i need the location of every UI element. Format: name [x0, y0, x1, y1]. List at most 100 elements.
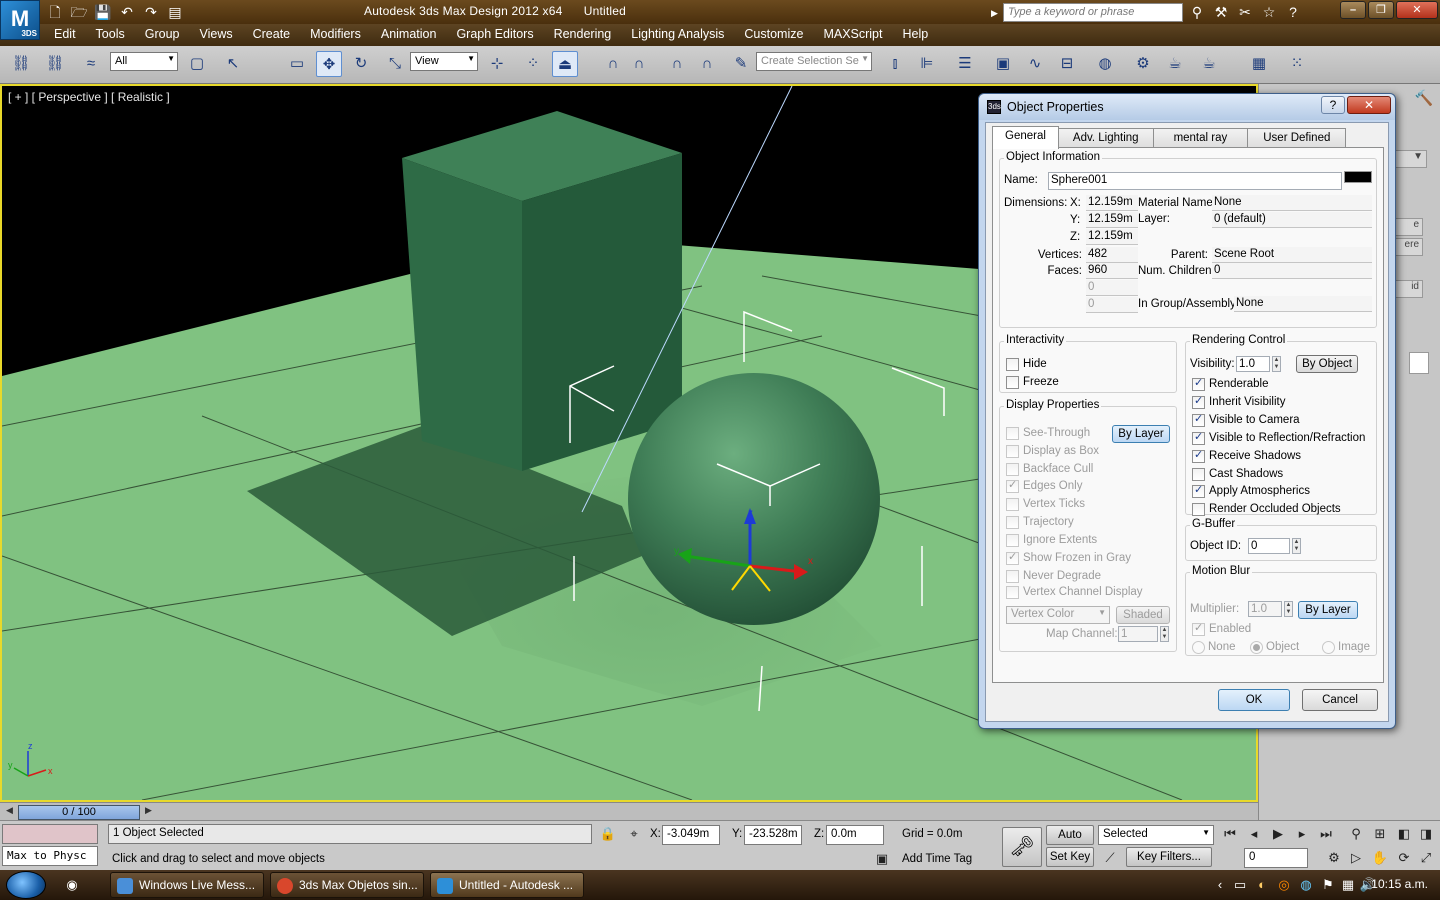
- dialog-close-button[interactable]: ✕: [1347, 96, 1391, 114]
- set-key-mode-key-icon[interactable]: 🗝: [1002, 827, 1042, 867]
- selection-region-icon[interactable]: ▭: [284, 51, 310, 77]
- menu-maxscript[interactable]: MAXScript: [813, 24, 892, 46]
- tray-flag-icon[interactable]: ⚑: [1318, 875, 1338, 895]
- civil-view-icon[interactable]: ▦: [1246, 51, 1272, 77]
- next-frame-icon[interactable]: ▸: [1292, 824, 1312, 844]
- layer-manager-icon[interactable]: ☰: [952, 51, 978, 77]
- close-button[interactable]: ✕: [1396, 1, 1438, 19]
- menu-edit[interactable]: Edit: [44, 24, 86, 46]
- select-object-icon[interactable]: ▢: [184, 51, 210, 77]
- time-configuration-icon[interactable]: ⚙: [1324, 848, 1344, 868]
- taskbar-item-3dsmax[interactable]: Untitled - Autodesk ...: [430, 872, 584, 898]
- tray-app-icon[interactable]: ▭: [1230, 875, 1250, 895]
- z-coord-field[interactable]: 0.0m: [826, 825, 884, 845]
- particle-view-icon[interactable]: ⁙: [1284, 51, 1310, 77]
- inherit-visibility-checkbox[interactable]: Inherit Visibility: [1192, 395, 1286, 410]
- selection-filter-dropdown[interactable]: All ▼: [110, 52, 178, 71]
- orbit-icon[interactable]: ⟳: [1394, 848, 1414, 868]
- multiplier-field[interactable]: 1.0: [1248, 601, 1282, 617]
- angle-snap-icon[interactable]: ∩: [626, 51, 652, 77]
- binoculars-icon[interactable]: ⚲: [1186, 2, 1208, 22]
- zoom-extents-icon[interactable]: ◧: [1394, 824, 1414, 844]
- clock[interactable]: 10:15 a.m.: [1371, 877, 1428, 891]
- network-icon[interactable]: ▦: [1338, 875, 1358, 895]
- percent-snap-icon[interactable]: ∩: [664, 51, 690, 77]
- curve-editor-icon[interactable]: ∿: [1022, 51, 1048, 77]
- y-coord-field[interactable]: -23.528m: [744, 825, 802, 845]
- vertex-color-dropdown[interactable]: Vertex Color ▼: [1006, 606, 1110, 624]
- select-and-link-icon[interactable]: ⛓: [8, 51, 34, 77]
- motion-blur-image-radio[interactable]: Image: [1322, 641, 1370, 655]
- restore-button[interactable]: ❐: [1368, 1, 1394, 19]
- color-swatch-button[interactable]: [1409, 352, 1429, 374]
- lock-icon[interactable]: 🔒: [598, 824, 618, 844]
- ok-button[interactable]: OK: [1218, 689, 1290, 711]
- hide-checkbox[interactable]: Hide: [1006, 358, 1047, 372]
- minimize-button[interactable]: –: [1340, 1, 1366, 19]
- menu-rendering[interactable]: Rendering: [544, 24, 622, 46]
- display-by-layer-button[interactable]: By Layer: [1112, 425, 1170, 443]
- mirror-icon[interactable]: ⫾: [882, 51, 908, 77]
- viewport-label[interactable]: [ + ] [ Perspective ] [ Realistic ]: [8, 90, 170, 104]
- zoom-extents-all-icon[interactable]: ◨: [1416, 824, 1436, 844]
- vertex-ticks-checkbox[interactable]: Vertex Ticks: [1006, 498, 1085, 512]
- help-icon[interactable]: ?: [1282, 2, 1304, 22]
- go-to-end-icon[interactable]: ⏭: [1316, 824, 1336, 844]
- keyboard-shortcut-override-icon[interactable]: ⏏: [552, 51, 578, 77]
- align-icon[interactable]: ⊫: [914, 51, 940, 77]
- key-filters-button[interactable]: Key Filters...: [1126, 847, 1212, 867]
- set-key-button[interactable]: Set Key: [1046, 847, 1094, 867]
- pan-icon[interactable]: ✋: [1370, 848, 1390, 868]
- bind-space-warp-icon[interactable]: ≈: [78, 51, 104, 77]
- ignore-extents-checkbox[interactable]: Ignore Extents: [1006, 534, 1097, 548]
- default-tangents-icon[interactable]: ⟋: [1100, 848, 1120, 868]
- visible-to-camera-checkbox[interactable]: Visible to Camera: [1192, 413, 1300, 428]
- cancel-button[interactable]: Cancel: [1302, 689, 1378, 711]
- start-button[interactable]: [6, 871, 46, 899]
- renderable-checkbox[interactable]: Renderable: [1192, 377, 1268, 392]
- absolute-mode-icon[interactable]: ⌖: [624, 824, 644, 844]
- chrome-icon[interactable]: ◉: [62, 875, 82, 895]
- tab-user-defined[interactable]: User Defined: [1247, 128, 1347, 149]
- chevron-right-icon[interactable]: ▶: [145, 805, 152, 816]
- zoom-icon[interactable]: ⚲: [1346, 824, 1366, 844]
- previous-frame-icon[interactable]: ◂: [1244, 824, 1264, 844]
- visibility-field[interactable]: 1.0: [1236, 356, 1270, 372]
- map-channel-field[interactable]: 1: [1118, 626, 1158, 642]
- object-id-field[interactable]: 0: [1248, 538, 1290, 554]
- taskbar-item-messenger[interactable]: Windows Live Mess...: [110, 872, 264, 898]
- apply-atmospherics-checkbox[interactable]: Apply Atmospherics: [1192, 484, 1310, 499]
- manipulate-icon[interactable]: ⁘: [520, 51, 546, 77]
- utilities-icon[interactable]: 🔨: [1411, 86, 1437, 112]
- see-through-checkbox[interactable]: See-Through: [1006, 427, 1090, 441]
- edit-named-selection-icon[interactable]: ✎: [728, 51, 754, 77]
- motion-blur-none-radio[interactable]: None: [1192, 641, 1236, 655]
- chevron-left-icon[interactable]: ‹: [1210, 875, 1230, 895]
- dialog-help-button[interactable]: ?: [1321, 96, 1345, 114]
- favorites-icon[interactable]: ☆: [1258, 2, 1280, 22]
- by-object-button[interactable]: By Object: [1296, 355, 1358, 373]
- select-and-rotate-icon[interactable]: ↻: [348, 51, 374, 77]
- named-selection-sets-dropdown[interactable]: Create Selection Se ▼: [756, 52, 872, 71]
- object-name-field[interactable]: Sphere001: [1048, 172, 1342, 190]
- chevron-left-icon[interactable]: ◀: [6, 805, 13, 816]
- shaded-button[interactable]: Shaded: [1116, 606, 1170, 624]
- zoom-all-icon[interactable]: ⊞: [1370, 824, 1390, 844]
- field-of-view-icon[interactable]: ▷: [1346, 848, 1366, 868]
- motion-blur-object-radio[interactable]: Object: [1250, 641, 1299, 655]
- render-occluded-objects-checkbox[interactable]: Render Occluded Objects: [1192, 503, 1341, 517]
- cast-shadows-checkbox[interactable]: Cast Shadows: [1192, 468, 1283, 482]
- freeze-checkbox[interactable]: Freeze: [1006, 376, 1059, 390]
- maxscript-mini-listener[interactable]: Max to Physc: [2, 846, 98, 866]
- render-production-icon[interactable]: ☕: [1196, 51, 1222, 77]
- key-mode-dropdown[interactable]: Selected ▼: [1098, 825, 1214, 845]
- tray-chat-icon[interactable]: ◐: [1252, 875, 1272, 895]
- receive-shadows-checkbox[interactable]: Receive Shadows: [1192, 449, 1301, 464]
- time-slider[interactable]: 0 / 100: [18, 805, 140, 820]
- display-as-box-checkbox[interactable]: Display as Box: [1006, 445, 1099, 459]
- vertex-channel-display-checkbox[interactable]: Vertex Channel Display: [1006, 586, 1143, 600]
- select-and-scale-icon[interactable]: ⤡: [382, 51, 408, 77]
- menu-views[interactable]: Views: [189, 24, 242, 46]
- menu-animation[interactable]: Animation: [371, 24, 447, 46]
- render-setup-icon[interactable]: ⚙: [1130, 51, 1156, 77]
